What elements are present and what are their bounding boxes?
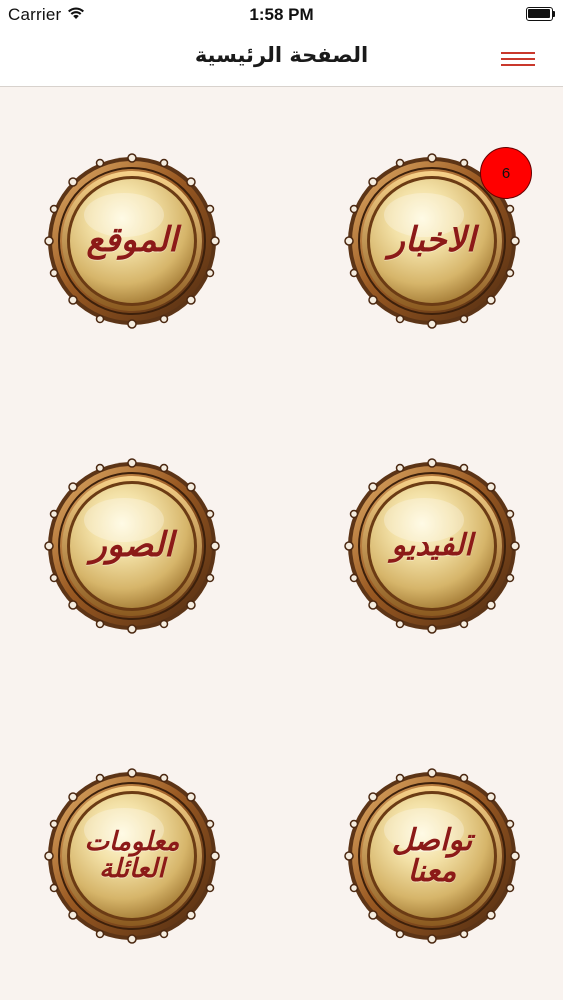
tile-video[interactable]: الفيديو — [344, 458, 520, 634]
tile-label: تواصل معنا — [391, 822, 473, 889]
tile-label: الموقع — [86, 220, 178, 261]
page-title: الصفحة الرئيسية — [194, 43, 369, 67]
tile-family-info[interactable]: معلومات العائلة — [44, 768, 220, 944]
menu-button[interactable] — [492, 44, 544, 74]
tile-website[interactable]: الموقع — [44, 153, 220, 329]
tile-label: الفيديو — [391, 528, 473, 564]
tile-photos[interactable]: الصور — [44, 458, 220, 634]
tile-contact-us[interactable]: تواصل معنا — [344, 768, 520, 944]
navigation-bar: الصفحة الرئيسية — [0, 30, 563, 87]
tile-label: الصور — [90, 525, 174, 566]
status-time: 1:58 PM — [249, 5, 314, 24]
tile-label: معلومات العائلة — [84, 826, 180, 884]
news-count-badge: 6 — [480, 147, 532, 199]
battery-icon — [526, 7, 555, 21]
status-bar: Carrier 1:58 PM — [0, 0, 563, 30]
tile-label: الاخبار — [388, 220, 476, 261]
